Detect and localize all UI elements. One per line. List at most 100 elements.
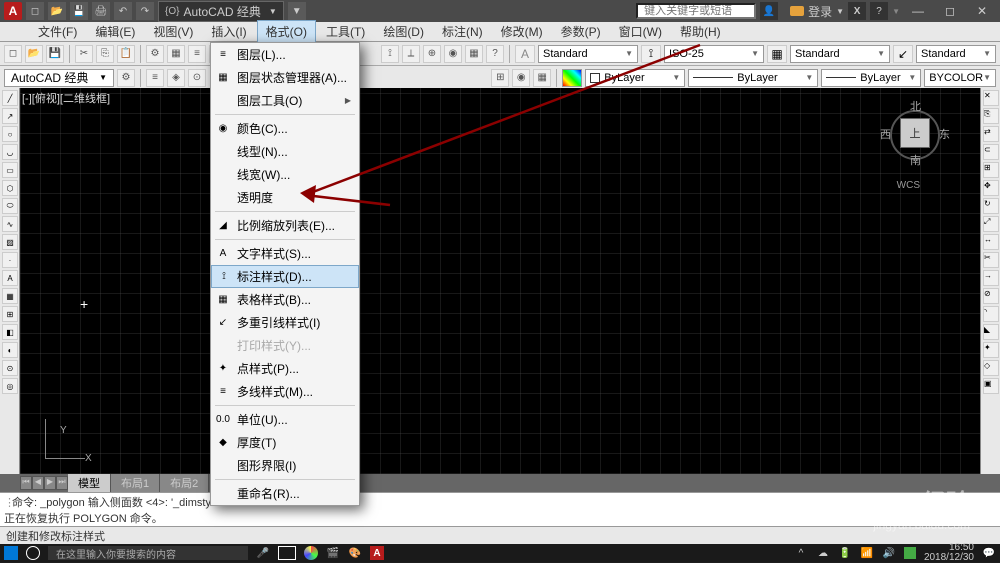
dimstyle-combo[interactable]: ISO-25▼ [664, 45, 764, 63]
redo-icon[interactable]: ↷ [136, 2, 154, 20]
tb-obj3[interactable]: ▦ [533, 69, 551, 87]
save-icon[interactable]: 💾 [70, 2, 88, 20]
tab-last[interactable]: ⏭ [56, 476, 68, 490]
menu-file[interactable]: 文件(F) [30, 21, 85, 42]
tb-open-icon[interactable]: 📂 [25, 45, 43, 63]
copy-tool[interactable]: ⎘ [983, 108, 999, 124]
tablestyle-combo[interactable]: Standard▼ [790, 45, 890, 63]
erase-tool[interactable]: ✕ [983, 90, 999, 106]
rect-tool[interactable]: ▭ [2, 162, 18, 178]
tb-new-icon[interactable]: ◻ [4, 45, 22, 63]
polyline-tool[interactable]: ↗ [2, 108, 18, 124]
tb-layer-tool-icon[interactable]: ⊙ [188, 69, 206, 87]
tb-dim1[interactable]: ⟟ [381, 45, 399, 63]
viewcube[interactable]: 北 南 东 西 上 [880, 98, 950, 168]
ellipse-tool[interactable]: ⬭ [2, 198, 18, 214]
workspace-selector[interactable]: {O} AutoCAD 经典 ▼ [158, 1, 284, 22]
app3-icon[interactable]: 🎨 [348, 546, 362, 560]
search-icon[interactable]: 👤 [760, 2, 778, 20]
color-icon[interactable] [562, 69, 582, 87]
tray-ime-icon[interactable] [904, 547, 916, 559]
cortana-icon[interactable] [26, 546, 40, 560]
dropdown-item-0[interactable]: ≡图层(L)... [211, 43, 359, 66]
tray-wifi-icon[interactable]: 📶 [860, 546, 874, 560]
tray-cloud-icon[interactable]: ☁ [816, 546, 830, 560]
tb-dim3[interactable]: ⊕ [423, 45, 441, 63]
textstyle-icon[interactable]: A [515, 45, 535, 63]
tray-sound-icon[interactable]: 🔊 [882, 546, 896, 560]
workspace-combo-2[interactable]: AutoCAD 经典▼ [4, 69, 114, 87]
menu-window[interactable]: 窗口(W) [611, 21, 670, 42]
dropdown-item-8[interactable]: A文字样式(S)... [211, 242, 359, 265]
tab-layout2[interactable]: 布局2 [160, 474, 209, 492]
menu-help[interactable]: 帮助(H) [672, 21, 729, 42]
tab-first[interactable]: ⏮ [20, 476, 32, 490]
scale-tool[interactable]: ⤢ [983, 216, 999, 232]
dropdown-item-1[interactable]: ▦图层状态管理器(A)... [211, 66, 359, 89]
tb-match-icon[interactable]: ⚙ [146, 45, 164, 63]
dropdown-item-11[interactable]: ↙多重引线样式(I) [211, 311, 359, 334]
tb-help-icon[interactable]: ? [486, 45, 504, 63]
circle-tool[interactable]: ○ [2, 126, 18, 142]
draw17[interactable]: ◎ [2, 378, 18, 394]
block-tool[interactable]: ▦ [2, 288, 18, 304]
text-tool[interactable]: A [2, 270, 18, 286]
dropdown-item-5[interactable]: 线宽(W)... [211, 163, 359, 186]
tab-layout1[interactable]: 布局1 [111, 474, 160, 492]
mic-icon[interactable]: 🎤 [256, 546, 270, 560]
dropdown-item-6[interactable]: 透明度 [211, 186, 359, 209]
tb-obj2[interactable]: ◉ [512, 69, 530, 87]
chamfer-tool[interactable]: ◣ [983, 324, 999, 340]
windows-start-icon[interactable] [4, 546, 18, 560]
undo-icon[interactable]: ↶ [114, 2, 132, 20]
dropdown-item-13[interactable]: ✦点样式(P)... [211, 357, 359, 380]
dropdown-item-16[interactable]: ◆厚度(T) [211, 431, 359, 454]
explode-tool[interactable]: ✦ [983, 342, 999, 358]
spline-tool[interactable]: ∿ [2, 216, 18, 232]
mlstyle-icon[interactable]: ↙ [893, 45, 913, 63]
app1-icon[interactable] [304, 546, 318, 560]
new-icon[interactable]: ◻ [26, 2, 44, 20]
dropdown-item-10[interactable]: ▦表格样式(B)... [211, 288, 359, 311]
tb-cut-icon[interactable]: ✂ [75, 45, 93, 63]
mirror-tool[interactable]: ⇄ [983, 126, 999, 142]
move-tool[interactable]: ✥ [983, 180, 999, 196]
cmd-handle[interactable]: ⋮ [4, 496, 12, 509]
point-tool[interactable]: · [2, 252, 18, 268]
plotstyle-combo[interactable]: BYCOLOR▼ [924, 69, 996, 87]
trim-tool[interactable]: ✂ [983, 252, 999, 268]
fillet-tool[interactable]: ◝ [983, 306, 999, 322]
dropdown-item-9[interactable]: ⟟标注样式(D)... [211, 265, 359, 288]
taskbar-clock[interactable]: 16:50 2018/12/30 [924, 543, 974, 563]
mod17[interactable]: ▣ [983, 378, 999, 394]
draw16[interactable]: ⊙ [2, 360, 18, 376]
menu-format[interactable]: 格式(O) [257, 20, 316, 43]
view-label[interactable]: [-][俯视][二维线框] [22, 90, 110, 106]
lineweight-combo[interactable]: ByLayer▼ [821, 69, 921, 87]
draw15[interactable]: ◐ [2, 342, 18, 358]
tb-gear-icon[interactable]: ⚙ [117, 69, 135, 87]
help-search-input[interactable] [636, 3, 756, 19]
tb-copy-icon[interactable]: ⎘ [96, 45, 114, 63]
extend-tool[interactable]: → [983, 270, 999, 286]
color-combo[interactable]: ByLayer▼ [585, 69, 685, 87]
tray-battery-icon[interactable]: 🔋 [838, 546, 852, 560]
dropdown-item-17[interactable]: 图形界限(I) [211, 454, 359, 477]
menu-tools[interactable]: 工具(T) [318, 21, 373, 42]
app2-icon[interactable]: 🎬 [326, 546, 340, 560]
dropdown-item-15[interactable]: 0.0单位(U)... [211, 408, 359, 431]
tb-dim2[interactable]: ⟂ [402, 45, 420, 63]
dropdown-item-2[interactable]: 图层工具(O)▶ [211, 89, 359, 112]
notification-icon[interactable]: 💬 [982, 546, 996, 560]
menu-modify[interactable]: 修改(M) [493, 21, 551, 42]
autocad-task-icon[interactable]: A [370, 546, 384, 560]
menu-insert[interactable]: 插入(I) [203, 21, 254, 42]
tb-dim4[interactable]: ◉ [444, 45, 462, 63]
tb-window-icon[interactable]: ▦ [465, 45, 483, 63]
region-tool[interactable]: ◧ [2, 324, 18, 340]
dropdown-item-4[interactable]: 线型(N)... [211, 140, 359, 163]
menu-view[interactable]: 视图(V) [145, 21, 201, 42]
taskview-icon[interactable] [278, 546, 296, 560]
windows-search-input[interactable]: 在这里输入你要搜索的内容 [48, 546, 248, 560]
tab-model[interactable]: 模型 [68, 474, 111, 492]
